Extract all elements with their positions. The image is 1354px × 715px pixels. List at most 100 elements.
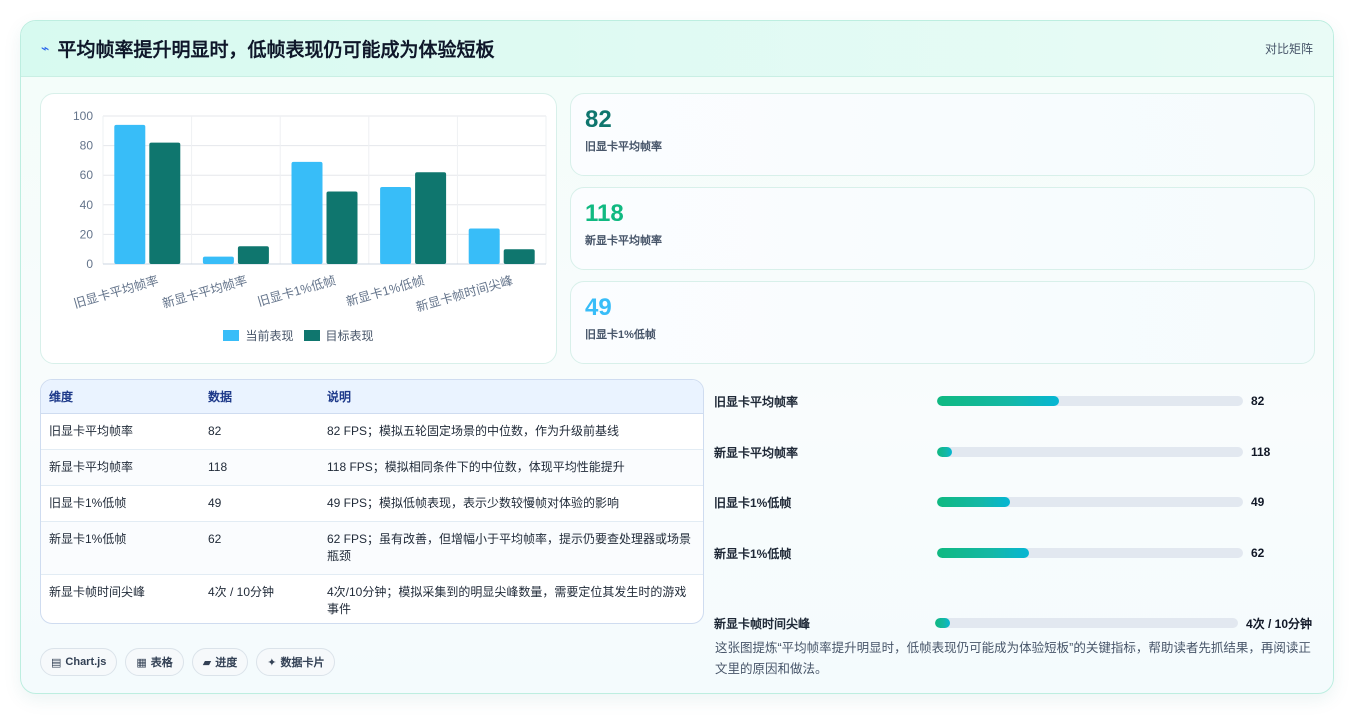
progress-track xyxy=(937,497,1243,507)
chip-label: 进度 xyxy=(215,657,238,669)
stat-label: 旧显卡平均帧率 xyxy=(585,141,662,153)
bar-target xyxy=(326,191,358,264)
stat-label: 新显卡平均帧率 xyxy=(585,235,662,247)
table-cell: 82 FPS；模拟五轮固定场景的中位数，作为升级前基线 xyxy=(319,413,703,450)
column-header-dimension: 维度 xyxy=(41,380,200,414)
stat-value: 82 xyxy=(585,106,612,133)
table-cell: 4次 / 10分钟 xyxy=(208,584,275,599)
column-header-note: 说明 xyxy=(319,380,703,414)
chip-chartjs[interactable]: ▤ Chart.js xyxy=(40,648,118,676)
y-tick-label: 100 xyxy=(73,109,93,123)
page-title: 平均帧率提升明显时，低帧表现仍可能成为体验短板 xyxy=(57,40,495,61)
progress-row: 旧显卡1%低帧 49 xyxy=(714,492,1324,512)
progress-fill xyxy=(937,497,1011,507)
progress-label: 新显卡平均帧率 xyxy=(714,445,799,460)
table-cell: 62 FPS；虽有改善，但增幅小于平均帧率，提示仍要查处理器或场景瓶颈 xyxy=(319,521,703,575)
progress-value: 4次 / 10分钟 xyxy=(1246,616,1313,631)
table-icon: ▦ xyxy=(136,656,147,669)
progress-icon: ▰ xyxy=(202,656,212,669)
legend-swatch-current xyxy=(223,330,240,341)
table-cell: 新显卡帧时间尖峰 xyxy=(49,584,146,599)
bar-current xyxy=(291,161,323,264)
table-cell: 118 xyxy=(200,449,319,486)
progress-label: 新显卡帧时间尖峰 xyxy=(714,616,811,631)
data-table-card: 维度 数据 说明 旧显卡平均帧率 82 82 FPS；模拟五轮固定场景的中位数，… xyxy=(40,379,704,624)
table-row: 新显卡帧时间尖峰 4次 / 10分钟 4次/10分钟；模拟采集到的明显尖峰数量，… xyxy=(41,574,703,623)
x-tick-label: 旧显卡1%低帧 xyxy=(256,273,337,309)
progress-value: 49 xyxy=(1251,495,1265,509)
progress-label: 旧显卡平均帧率 xyxy=(714,394,799,409)
progress-value: 82 xyxy=(1251,394,1265,408)
sparkle-icon: ✦ xyxy=(267,656,277,669)
stat-card-new-avg: 118 新显卡平均帧率 xyxy=(570,187,1315,270)
stat-value: 118 xyxy=(585,200,624,227)
chip-data-card[interactable]: ✦ 数据卡片 xyxy=(256,648,336,676)
y-tick-label: 80 xyxy=(80,139,94,153)
table-cell: 62 xyxy=(200,521,319,575)
table-cell: 旧显卡1%低帧 xyxy=(41,485,200,522)
table-cell: 82 xyxy=(200,413,319,450)
view-tag[interactable]: 对比矩阵 xyxy=(1265,40,1313,57)
stat-card-old-low: 49 旧显卡1%低帧 xyxy=(570,281,1315,364)
progress-track xyxy=(937,447,1243,457)
table-cell: 4次/10分钟；模拟采集到的明显尖峰数量，需要定位其发生时的游戏事件 xyxy=(327,584,687,616)
progress-value: 118 xyxy=(1251,445,1271,459)
legend-label-target: 目标表现 xyxy=(325,329,374,343)
progress-row: 新显卡平均帧率 118 xyxy=(714,442,1324,462)
summary-text: 这张图提炼“平均帧率提升明显时，低帧表现仍可能成为体验短板”的关键指标，帮助读者… xyxy=(715,641,1311,676)
progress-row: 新显卡帧时间尖峰 4次 / 10分钟 xyxy=(714,613,1324,633)
chip-table[interactable]: ▦ 表格 xyxy=(125,648,184,676)
legend-label-current: 当前表现 xyxy=(245,329,294,343)
table-row: 新显卡1%低帧 62 62 FPS；虽有改善，但增幅小于平均帧率，提示仍要查处理… xyxy=(41,521,703,575)
legend-swatch-target xyxy=(303,330,320,341)
table-cell: 旧显卡平均帧率 xyxy=(41,413,200,450)
progress-label: 旧显卡1%低帧 xyxy=(714,495,792,510)
progress-label: 新显卡1%低帧 xyxy=(714,546,792,561)
legend-item-current[interactable]: 当前表现 xyxy=(223,327,294,344)
chip-label: 表格 xyxy=(150,657,173,669)
chart-legend: 当前表现 目标表现 xyxy=(41,327,556,344)
table-row: 新显卡平均帧率 118 118 FPS；模拟相同条件下的中位数，体现平均性能提升 xyxy=(41,449,703,486)
lightning-icon: ⌁ xyxy=(41,40,50,56)
table-cell: 49 xyxy=(200,485,319,522)
column-header-data: 数据 xyxy=(200,380,319,414)
legend-item-target[interactable]: 目标表现 xyxy=(303,327,374,344)
x-tick-label: 新显卡平均帧率 xyxy=(160,272,248,311)
bar-current xyxy=(114,124,146,264)
y-tick-label: 40 xyxy=(80,198,94,212)
stat-value: 49 xyxy=(585,294,612,321)
progress-fill xyxy=(937,447,953,457)
progress-fill xyxy=(937,548,1029,558)
table-cell: 118 FPS；模拟相同条件下的中位数，体现平均性能提升 xyxy=(319,449,703,486)
bar-current xyxy=(380,187,412,264)
y-tick-label: 60 xyxy=(80,168,94,182)
bar-current xyxy=(202,256,234,264)
report-panel: ⌁ 平均帧率提升明显时，低帧表现仍可能成为体验短板 对比矩阵 0 20 40 60 80… xyxy=(20,20,1334,694)
table-row: 旧显卡平均帧率 82 82 FPS；模拟五轮固定场景的中位数，作为升级前基线 xyxy=(41,413,703,450)
x-tick-label: 新显卡1%低帧 xyxy=(344,272,426,309)
x-tick-label: 新显卡帧时间尖峰 xyxy=(414,272,515,314)
progress-track xyxy=(937,548,1243,558)
x-tick-label: 旧显卡平均帧率 xyxy=(72,272,160,311)
table-cell: 49 FPS；模拟低帧表现，表示少数较慢帧对体验的影响 xyxy=(319,485,703,522)
bar-target xyxy=(149,142,181,264)
progress-row: 新显卡1%低帧 62 xyxy=(714,543,1324,563)
table-row: 旧显卡1%低帧 49 49 FPS；模拟低帧表现，表示少数较慢帧对体验的影响 xyxy=(41,485,703,522)
header: ⌁ 平均帧率提升明显时，低帧表现仍可能成为体验短板 对比矩阵 xyxy=(21,21,1333,77)
chip-progress[interactable]: ▰ 进度 xyxy=(191,648,249,676)
progress-value: 62 xyxy=(1251,546,1265,560)
tech-chips: ▤ Chart.js ▦ 表格 ▰ 进度 ✦ 数据卡片 xyxy=(40,648,336,676)
progress-track xyxy=(935,618,1238,628)
chip-label: Chart.js xyxy=(65,656,107,668)
progress-row: 旧显卡平均帧率 82 xyxy=(714,391,1324,411)
progress-fill xyxy=(937,396,1060,406)
bar-target xyxy=(503,249,535,264)
progress-fill xyxy=(935,618,951,628)
bar-chart-card: 0 20 40 60 80 100 旧显卡平均帧率 新显卡平均帧率 旧显卡1%低帧 新显卡1%低帧… xyxy=(40,93,557,364)
table-cell: 新显卡平均帧率 xyxy=(41,449,200,486)
y-tick-label: 0 xyxy=(86,257,93,271)
progress-track xyxy=(937,396,1243,406)
bar-chart: 0 20 40 60 80 100 旧显卡平均帧率 新显卡平均帧率 旧显卡1%低帧 新显卡1%低帧… xyxy=(72,109,547,314)
bar-target xyxy=(237,246,269,264)
data-table: 维度 数据 说明 旧显卡平均帧率 82 82 FPS；模拟五轮固定场景的中位数，… xyxy=(41,380,703,623)
